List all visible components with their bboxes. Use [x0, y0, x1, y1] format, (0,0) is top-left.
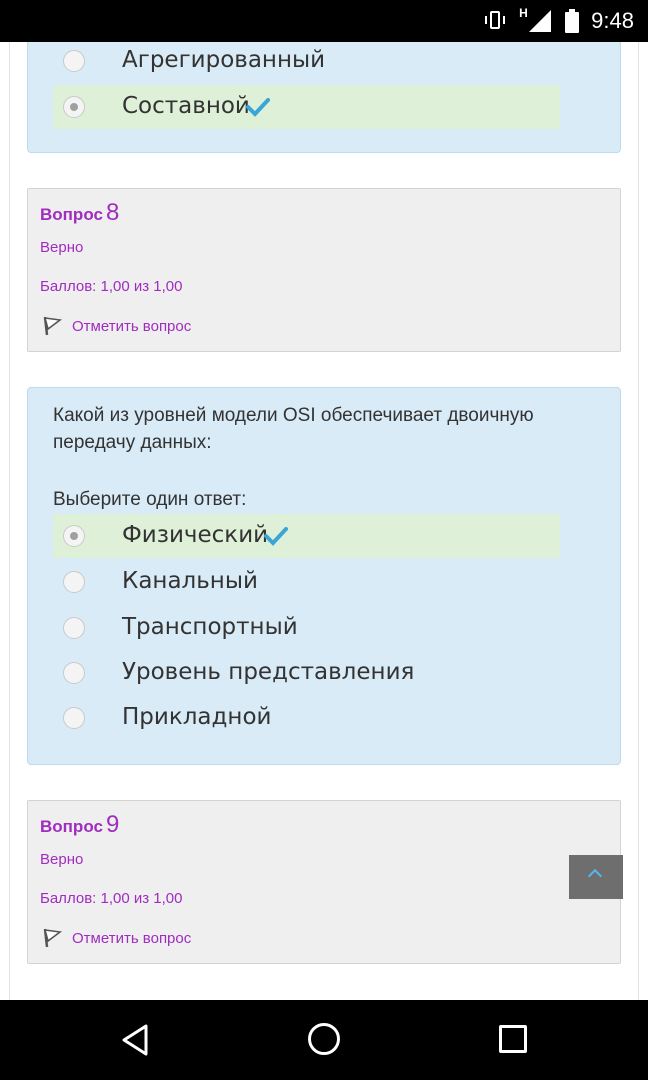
flag-question-label: Отметить вопрос — [72, 929, 192, 947]
answer-label: Физический — [122, 522, 269, 548]
question-number: Вопрос 8 — [40, 199, 119, 227]
answer-label: Уровень представления — [122, 659, 415, 685]
radio-button[interactable] — [63, 662, 85, 684]
quiz-review-content[interactable]: Агрегированный Составной Вопрос 8 Верно Б… — [0, 42, 648, 1000]
chevron-up-icon — [587, 868, 603, 884]
radio-button[interactable] — [63, 707, 85, 729]
radio-button-checked[interactable] — [63, 96, 85, 118]
question-score: Баллов: 1,00 из 1,00 — [40, 278, 183, 295]
answer-label: Агрегированный — [122, 47, 326, 73]
flag-icon — [43, 316, 62, 336]
radio-button[interactable] — [63, 617, 85, 639]
checkmark-icon — [264, 526, 289, 546]
checkmark-icon — [245, 97, 270, 117]
signal-icon: H — [519, 6, 553, 36]
vibrate-icon — [485, 10, 506, 32]
answer-prompt: Выберите один ответ: — [53, 489, 247, 510]
question-number-value: 9 — [105, 811, 120, 838]
status-time: 9:48 — [591, 8, 634, 33]
back-icon[interactable] — [118, 1022, 154, 1058]
status-bar: H 9:48 — [0, 0, 648, 42]
answer-option[interactable]: Агрегированный — [53, 42, 560, 83]
radio-button-checked[interactable] — [63, 525, 85, 547]
flag-icon — [43, 928, 62, 948]
answer-label: Транспортный — [122, 614, 298, 640]
question-label: Вопрос — [40, 817, 103, 836]
scroll-to-top-button[interactable] — [569, 855, 623, 899]
question-text: Какой из уровней модели OSI обеспечивает… — [53, 405, 534, 453]
answer-label-wrap: Составной — [122, 93, 270, 119]
answer-option[interactable]: Транспортный — [53, 606, 560, 650]
question-number-value: 8 — [105, 199, 120, 226]
question-status: Верно — [40, 239, 84, 256]
question8-info: Вопрос 8 Верно Баллов: 1,00 из 1,00 Отмет… — [27, 188, 621, 352]
answer-option-correct[interactable]: Физический — [53, 514, 560, 558]
radio-button[interactable] — [63, 571, 85, 593]
flag-question-label: Отметить вопрос — [72, 317, 192, 335]
radio-button[interactable] — [63, 50, 85, 72]
battery-icon — [565, 9, 580, 33]
question7-panel: Агрегированный Составной — [27, 42, 621, 153]
answer-option[interactable]: Уровень представления — [53, 651, 560, 695]
question-score: Баллов: 1,00 из 1,00 — [40, 890, 183, 907]
answer-label-wrap: Физический — [122, 522, 289, 548]
home-icon[interactable] — [308, 1023, 340, 1055]
question8-panel: Какой из уровней модели OSI обеспечивает… — [27, 387, 621, 765]
flag-question-button[interactable]: Отметить вопрос — [42, 927, 191, 949]
question9-info: Вопрос 9 Верно Баллов: 1,00 из 1,00 Отмет… — [27, 800, 621, 964]
flag-question-button[interactable]: Отметить вопрос — [42, 315, 191, 337]
answer-option[interactable]: Прикладной — [53, 696, 560, 740]
answer-label: Прикладной — [122, 704, 272, 730]
question-status: Верно — [40, 851, 84, 868]
answer-label: Канальный — [122, 568, 258, 594]
recent-apps-icon[interactable] — [499, 1025, 527, 1053]
answer-option[interactable]: Канальный — [53, 560, 560, 604]
question-label: Вопрос — [40, 205, 103, 224]
question-number: Вопрос 9 — [40, 811, 119, 839]
answer-option-correct[interactable]: Составной — [53, 85, 560, 129]
network-type: H — [519, 6, 528, 20]
answer-label: Составной — [122, 93, 250, 119]
navigation-bar — [0, 1000, 648, 1080]
